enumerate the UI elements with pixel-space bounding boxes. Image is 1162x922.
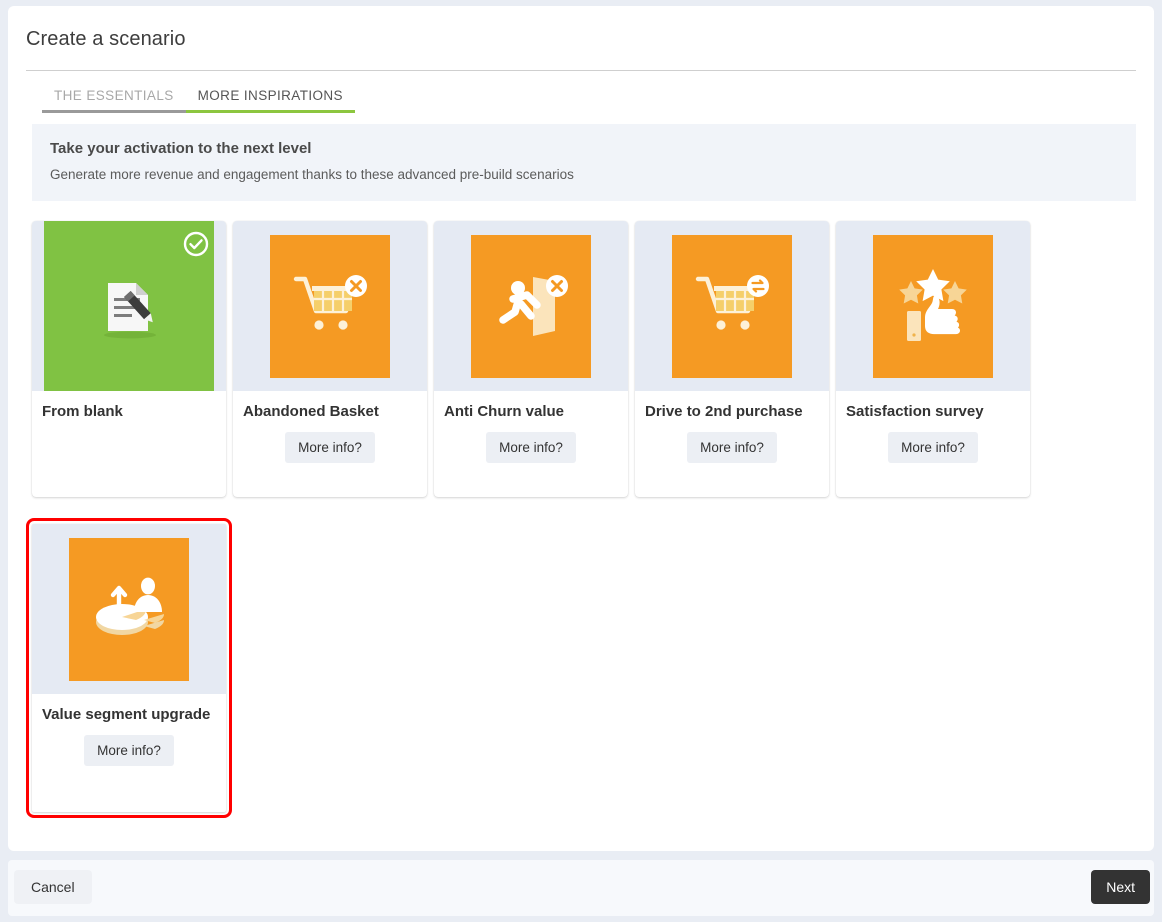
- scenario-card-satisfaction-survey[interactable]: Satisfaction survey More info?: [836, 221, 1030, 497]
- thumbs-up-stars-icon: [873, 234, 993, 378]
- scenario-card-abandoned-basket[interactable]: Abandoned Basket More info?: [233, 221, 427, 497]
- scenario-card-title: Value segment upgrade: [42, 706, 211, 723]
- pie-chart-person-upgrade-icon: [69, 537, 189, 681]
- scenario-card-body: Anti Churn value More info?: [434, 391, 628, 497]
- more-info-button[interactable]: More info?: [687, 432, 777, 464]
- tab-more-inspirations[interactable]: MORE INSPIRATIONS: [185, 82, 355, 113]
- scenario-card-title: Satisfaction survey: [846, 403, 984, 420]
- more-info-button[interactable]: More info?: [285, 432, 375, 464]
- scenario-card-body: Satisfaction survey More info?: [836, 391, 1030, 497]
- more-info-button[interactable]: More info?: [888, 432, 978, 464]
- scenario-thumbnail: [434, 221, 628, 391]
- tab-more-inspirations-label: MORE INSPIRATIONS: [197, 88, 343, 103]
- scenario-thumbnail: [233, 221, 427, 391]
- scenario-card-anti-churn-value[interactable]: Anti Churn value More info?: [434, 221, 628, 497]
- more-info-button[interactable]: More info?: [486, 432, 576, 464]
- scenario-thumbnail: [635, 221, 829, 391]
- scenario-card-body: Value segment upgrade More info?: [32, 694, 226, 812]
- shopping-cart-remove-icon: [270, 234, 390, 378]
- more-info-button[interactable]: More info?: [84, 735, 174, 767]
- scenario-card-title: From blank: [42, 403, 123, 420]
- cancel-button[interactable]: Cancel: [14, 870, 92, 904]
- scenario-card-body: From blank: [32, 391, 226, 497]
- scenario-card-title: Drive to 2nd purchase: [645, 403, 803, 420]
- tab-bar: THE ESSENTIALS MORE INSPIRATIONS: [42, 82, 355, 113]
- scenario-card-title: Abandoned Basket: [243, 403, 379, 420]
- tab-more-inspirations-underline: [185, 110, 355, 113]
- scenario-card-title: Anti Churn value: [444, 403, 565, 420]
- scenario-card-drive-to-2nd-purchase[interactable]: Drive to 2nd purchase More info?: [635, 221, 829, 497]
- scenario-thumbnail: [32, 221, 226, 391]
- scenario-thumbnail: [836, 221, 1030, 391]
- scenario-card-from-blank[interactable]: From blank: [32, 221, 226, 497]
- scenario-card-body: Drive to 2nd purchase More info?: [635, 391, 829, 497]
- tab-the-essentials-label: THE ESSENTIALS: [54, 88, 174, 103]
- promo-banner-title: Take your activation to the next level: [50, 140, 312, 157]
- scenario-card-grid-row1: From blank Abandoned Basket More info? A…: [32, 221, 1142, 497]
- create-scenario-panel: Create a scenario THE ESSENTIALS MORE IN…: [8, 6, 1154, 851]
- selected-check-icon: [183, 231, 209, 257]
- tab-the-essentials-underline: [42, 110, 186, 113]
- scenario-card-value-segment-upgrade[interactable]: Value segment upgrade More info?: [26, 518, 232, 818]
- person-exit-door-icon: [471, 234, 591, 378]
- scenario-thumbnail: [32, 524, 226, 694]
- scenario-card-body: Abandoned Basket More info?: [233, 391, 427, 497]
- promo-banner: Take your activation to the next level G…: [32, 124, 1136, 201]
- next-button[interactable]: Next: [1091, 870, 1150, 904]
- shopping-cart-repeat-icon: [672, 234, 792, 378]
- page-title: Create a scenario: [26, 28, 186, 50]
- title-divider: [26, 70, 1136, 71]
- tab-the-essentials[interactable]: THE ESSENTIALS: [42, 82, 186, 113]
- promo-banner-subtitle: Generate more revenue and engagement tha…: [50, 167, 574, 182]
- dialog-footer: Cancel Next: [8, 860, 1154, 916]
- scenario-card-grid-row2: Value segment upgrade More info?: [26, 518, 232, 818]
